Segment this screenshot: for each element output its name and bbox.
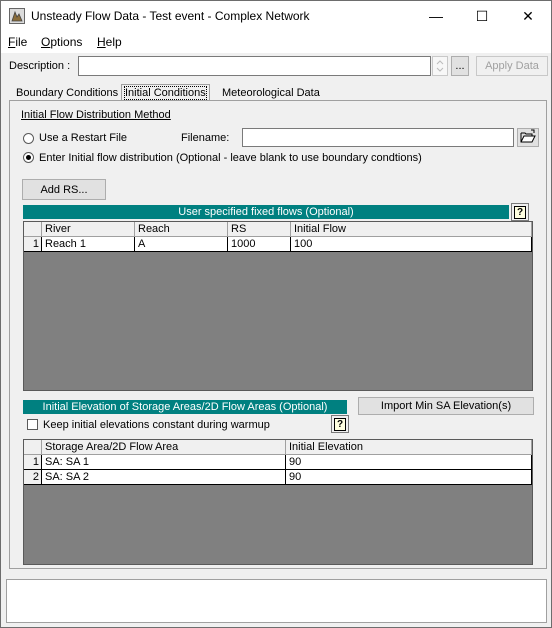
table-cell-storage-area[interactable]: SA: SA 2	[42, 470, 286, 485]
tab-initial-conditions-label: Initial Conditions	[124, 86, 207, 100]
col-header-rs: RS	[228, 222, 291, 237]
method-heading: Initial Flow Distribution Method	[21, 109, 171, 121]
table-cell-storage-area[interactable]: SA: SA 1	[42, 455, 286, 470]
description-field[interactable]	[78, 56, 431, 76]
import-min-sa-elevation-button[interactable]: Import Min SA Elevation(s)	[358, 397, 534, 415]
description-label: Description :	[9, 60, 71, 72]
apply-data-button[interactable]: Apply Data	[476, 56, 548, 76]
fixed-flows-title: User specified fixed flows (Optional)	[23, 205, 509, 219]
table-row-number: 2	[24, 470, 42, 485]
fixed-flows-help-button[interactable]: ?	[511, 203, 529, 221]
minimize-icon: —	[429, 8, 443, 24]
menu-help-accel: H	[97, 35, 106, 49]
table-cell-initial-elevation[interactable]: 90	[286, 455, 532, 470]
enter-flow-label: Enter Initial flow distribution (Optiona…	[39, 152, 422, 164]
filename-label: Filename:	[181, 132, 230, 144]
menu-file-label: ile	[15, 35, 28, 49]
keep-constant-checkbox[interactable]	[27, 419, 38, 430]
restart-file-radio[interactable]	[23, 133, 34, 144]
col-header-storage-area: Storage Area/2D Flow Area	[42, 440, 286, 455]
col-header-reach: Reach	[135, 222, 228, 237]
table-cell-river[interactable]: Reach 1	[42, 237, 135, 252]
menu-options[interactable]: Options	[41, 35, 82, 49]
keep-constant-label: Keep initial elevations constant during …	[43, 419, 270, 431]
title-bar: Unsteady Flow Data - Test event - Comple…	[1, 1, 551, 31]
open-file-button[interactable]	[517, 128, 539, 147]
row-header-corner	[24, 440, 42, 455]
restart-file-label: Use a Restart File	[39, 132, 128, 144]
window-title: Unsteady Flow Data - Test event - Comple…	[31, 9, 310, 23]
menu-file[interactable]: File	[8, 35, 27, 49]
close-icon: ✕	[522, 7, 534, 24]
table-row-number: 1	[24, 237, 42, 252]
enter-flow-radio[interactable]	[23, 152, 34, 163]
menu-options-accel: O	[41, 35, 51, 49]
row-header-corner	[24, 222, 42, 237]
fixed-flows-table: River Reach RS Initial Flow 1 Reach 1 A …	[23, 221, 533, 391]
close-button[interactable]: ✕	[505, 1, 551, 31]
col-header-initial-flow: Initial Flow	[291, 222, 532, 237]
table-row-number: 1	[24, 455, 42, 470]
help-icon: ?	[333, 417, 347, 431]
menu-bar: File Options Help	[1, 31, 551, 53]
table-cell-reach[interactable]: A	[135, 237, 228, 252]
table-cell-initial-flow[interactable]: 100	[291, 237, 532, 252]
folder-open-icon	[520, 129, 536, 143]
minimize-button[interactable]: —	[413, 1, 459, 31]
description-browse-button[interactable]: ...	[451, 56, 469, 76]
maximize-button[interactable]: ☐	[459, 1, 505, 31]
col-header-river: River	[42, 222, 135, 237]
menu-help-label: elp	[105, 35, 122, 49]
storage-areas-table: Storage Area/2D Flow Area Initial Elevat…	[23, 439, 533, 565]
maximize-icon: ☐	[475, 7, 489, 24]
tab-initial-conditions[interactable]: Initial Conditions	[121, 84, 210, 101]
table-cell-rs[interactable]: 1000	[228, 237, 291, 252]
storage-help-button[interactable]: ?	[331, 415, 349, 433]
description-spinner[interactable]	[432, 56, 448, 76]
table-cell-initial-elevation[interactable]: 90	[286, 470, 532, 485]
unsteady-flow-window: Unsteady Flow Data - Test event - Comple…	[0, 0, 552, 628]
help-icon: ?	[513, 205, 527, 219]
app-icon	[9, 8, 25, 24]
message-box	[6, 579, 547, 623]
storage-areas-title: Initial Elevation of Storage Areas/2D Fl…	[23, 400, 347, 414]
col-header-initial-elevation: Initial Elevation	[286, 440, 532, 455]
menu-options-label: ptions	[50, 35, 83, 49]
filename-input[interactable]	[242, 128, 514, 147]
add-rs-button[interactable]: Add RS...	[22, 179, 106, 200]
spinner-arrows-icon	[436, 60, 444, 72]
menu-help[interactable]: Help	[97, 35, 122, 49]
